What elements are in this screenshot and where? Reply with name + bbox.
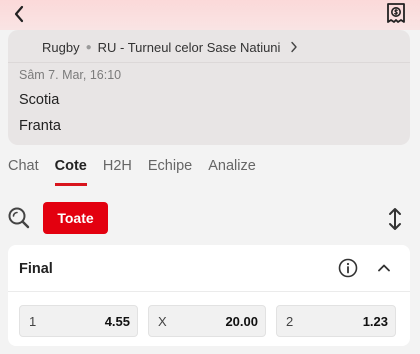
odd-value: 20.00 <box>225 314 258 329</box>
market-card-final: Final 1 4.55 X 20.00 2 1.23 <box>8 245 410 346</box>
match-header-card: Rugby ● RU - Turneul celor Sase Natiuni … <box>8 30 410 145</box>
odd-value: 1.23 <box>362 314 388 329</box>
home-team: Scotia <box>19 92 60 108</box>
sort-arrows-icon <box>389 208 401 230</box>
search-button[interactable] <box>6 205 32 231</box>
odds-row: 1 4.55 X 20.00 2 1.23 <box>19 305 396 337</box>
market-title: Final <box>19 261 53 277</box>
tab-echipe[interactable]: Echipe <box>140 152 200 186</box>
divider <box>8 62 410 63</box>
odd-button-away[interactable]: 2 1.23 <box>276 305 396 337</box>
sport-label: Rugby <box>42 39 80 55</box>
breadcrumb[interactable]: Rugby ● RU - Turneul celor Sase Natiuni <box>42 38 298 56</box>
odd-value: 4.55 <box>104 314 130 329</box>
search-icon <box>8 207 30 229</box>
odd-label: X <box>158 314 167 329</box>
tab-h2h[interactable]: H2H <box>95 152 140 186</box>
filter-chip-all[interactable]: Toate <box>43 202 108 234</box>
coin-receipt-icon <box>387 3 405 23</box>
tab-chat[interactable]: Chat <box>0 152 47 186</box>
match-date: Sâm 7. Mar, 16:10 <box>19 68 122 82</box>
tab-cote[interactable]: Cote <box>47 152 95 186</box>
collapse-button[interactable] <box>375 259 393 277</box>
separator-dot: ● <box>85 41 92 53</box>
divider <box>8 291 410 292</box>
info-button[interactable] <box>337 257 359 279</box>
odd-button-home[interactable]: 1 4.55 <box>19 305 138 337</box>
tab-analize[interactable]: Analize <box>200 152 264 186</box>
chevron-up-icon <box>378 264 390 272</box>
chevron-right-icon <box>291 41 298 53</box>
odd-label: 1 <box>29 314 37 329</box>
info-icon <box>338 258 358 278</box>
back-button[interactable] <box>8 2 32 26</box>
odd-label: 2 <box>286 314 294 329</box>
odd-button-draw[interactable]: X 20.00 <box>148 305 266 337</box>
league-label: RU - Turneul celor Sase Natiuni <box>97 39 281 55</box>
match-tabs: Chat Cote H2H Echipe Analize <box>0 152 420 188</box>
away-team: Franta <box>19 118 61 134</box>
market-filter-row: Toate <box>0 200 420 236</box>
sort-button[interactable] <box>384 206 406 232</box>
betslip-button[interactable] <box>384 1 408 25</box>
top-bar <box>0 0 420 30</box>
chevron-left-icon <box>14 5 24 23</box>
